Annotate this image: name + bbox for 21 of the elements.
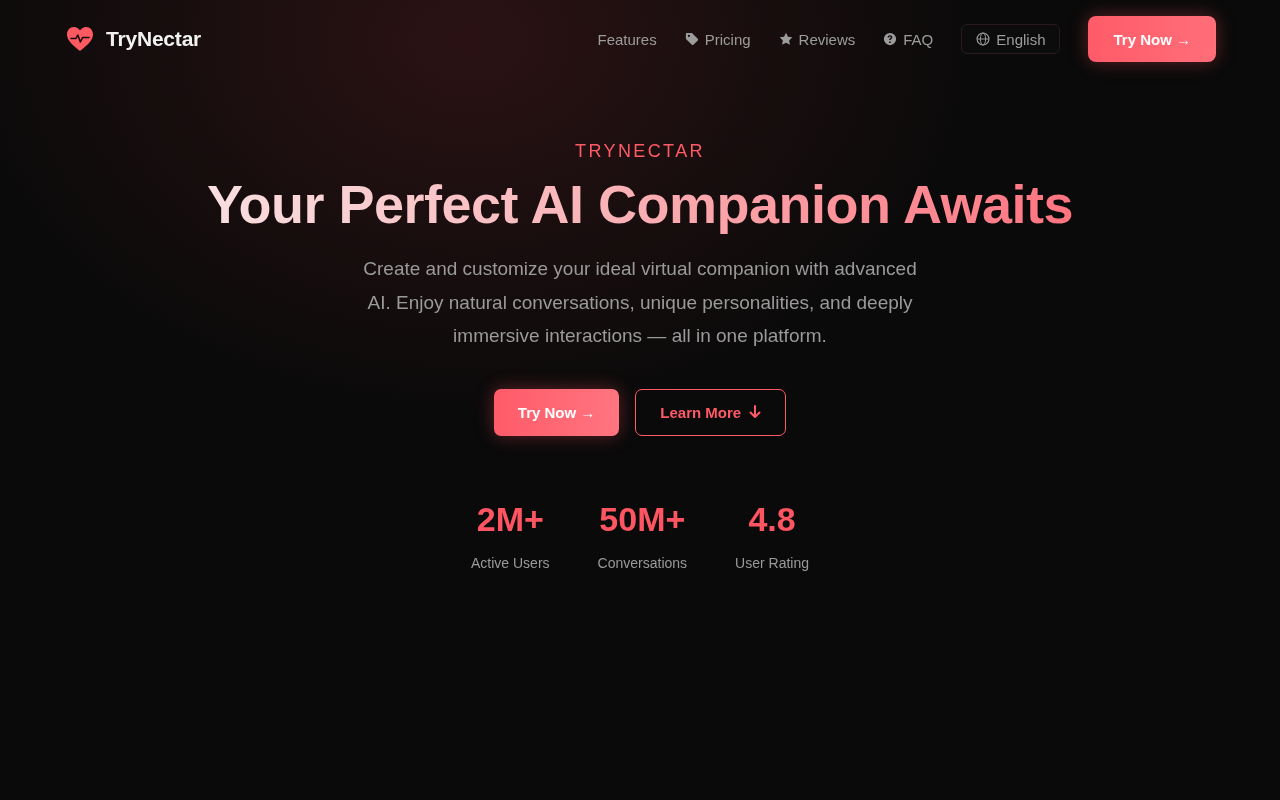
eyebrow-text: TRYNECTAR bbox=[575, 140, 705, 162]
nav-link[interactable]: Features bbox=[597, 30, 657, 48]
stat-label: Conversations bbox=[597, 554, 688, 571]
stat-value: 50M+ bbox=[599, 499, 686, 538]
hero-description: Create and customize your ideal virtual companion with advanced AI. Enjoy natural conversations, unique personalities, and deeply immersive interactions — all in one platform. bbox=[362, 257, 918, 348]
stat-value: 2M+ bbox=[476, 499, 544, 538]
globe-icon bbox=[976, 32, 991, 46]
nav-link[interactable]: Reviews bbox=[778, 30, 856, 48]
tag-icon bbox=[684, 32, 699, 46]
learn-more-button[interactable]: Learn More bbox=[635, 388, 787, 436]
heart-pulse-icon bbox=[66, 26, 94, 52]
language-button[interactable]: English bbox=[961, 24, 1061, 54]
help-icon bbox=[883, 32, 898, 46]
brand-name: TryNectar bbox=[106, 27, 202, 51]
nav-link[interactable]: FAQ bbox=[883, 30, 934, 48]
arrow-down-icon bbox=[749, 405, 762, 419]
nav-link[interactable]: Pricing bbox=[684, 30, 751, 48]
stat-label: Active Users bbox=[471, 554, 550, 571]
stat-label: User Rating bbox=[735, 554, 809, 571]
star-icon bbox=[778, 32, 793, 46]
stat-value: 4.8 bbox=[748, 499, 796, 538]
